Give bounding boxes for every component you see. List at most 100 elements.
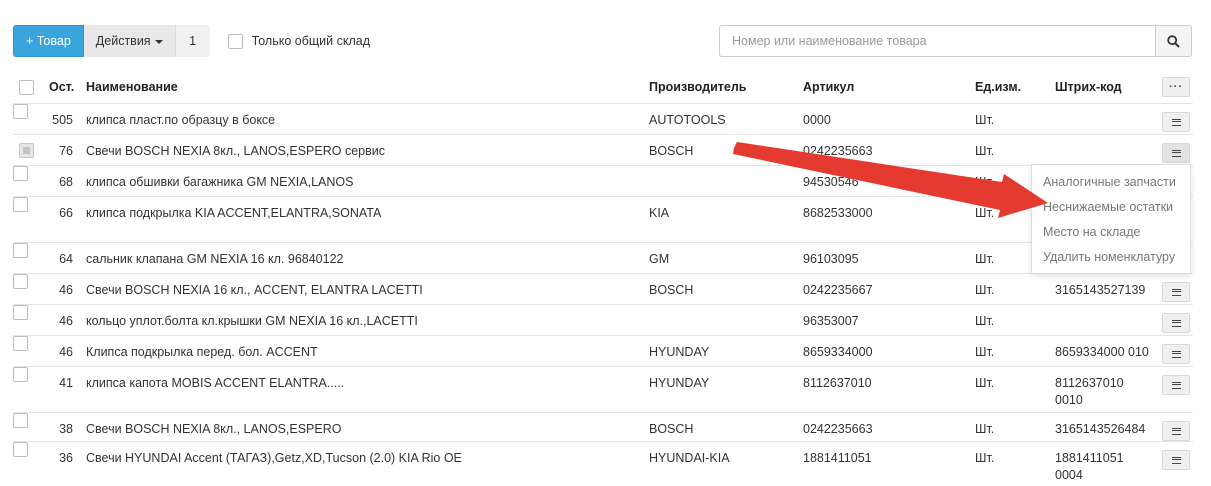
row-barcode: 8659334000 010 (1055, 345, 1149, 359)
only-common-warehouse-checkbox[interactable] (227, 33, 243, 49)
row-menu-button[interactable] (1162, 450, 1190, 470)
table-row[interactable]: 46 кольцо уплот.болта кл.крышки GM NEXIA… (13, 304, 1193, 335)
row-checkbox[interactable] (13, 274, 28, 289)
row-unit: Шт. (975, 451, 995, 465)
header-name[interactable]: Наименование (86, 80, 178, 94)
row-manufacturer: GM (649, 252, 670, 266)
header-manufacturer[interactable]: Производитель (649, 80, 746, 94)
header-unit[interactable]: Ед.изм. (975, 80, 1021, 94)
table-row[interactable]: 66 клипса подкрылка KIA ACCENT,ELANTRA,S… (13, 196, 1193, 242)
table-row[interactable]: 64 сальник клапана GM NEXIA 16 кл. 96840… (13, 242, 1193, 273)
row-manufacturer: BOSCH (649, 144, 694, 158)
menu-item-similar-parts[interactable]: Аналогичные запчасти (1032, 169, 1190, 194)
menu-icon (1171, 381, 1181, 389)
row-ost: 76 (59, 144, 73, 158)
header-barcode[interactable]: Штрих-код (1055, 80, 1122, 94)
row-article: 8682533000 (803, 206, 873, 220)
columns-more-button[interactable]: ··· (1162, 77, 1190, 97)
row-checkbox[interactable] (13, 413, 28, 428)
row-article: 0242235663 (803, 144, 873, 158)
row-manufacturer: HYUNDAI-KIA (649, 451, 730, 465)
menu-icon (1171, 288, 1181, 296)
row-ost: 64 (59, 252, 73, 266)
row-unit: Шт. (975, 252, 995, 266)
row-article: 96103095 (803, 252, 859, 266)
toolbar: + Товар Действия 1 Только общий склад (13, 25, 370, 57)
only-common-warehouse-label: Только общий склад (251, 34, 370, 48)
row-manufacturer: KIA (649, 206, 670, 220)
row-menu-button[interactable] (1162, 282, 1190, 302)
row-ost: 505 (52, 113, 73, 127)
row-unit: Шт. (975, 175, 995, 189)
row-menu-button[interactable] (1162, 112, 1190, 132)
menu-item-warehouse-location[interactable]: Место на складе (1032, 219, 1190, 244)
caret-down-icon (154, 40, 163, 44)
header-ost[interactable]: Ост. (49, 80, 74, 94)
row-menu-button[interactable] (1162, 344, 1190, 364)
menu-icon (1171, 456, 1181, 464)
row-ost: 46 (59, 314, 73, 328)
row-name: Свечи BOSCH NEXIA 16 кл., ACCENT, ELANTR… (86, 283, 423, 297)
row-barcode: 3165143526484 (1055, 422, 1146, 436)
row-checkbox[interactable] (13, 367, 28, 382)
row-article: 8659334000 (803, 345, 873, 359)
only-common-warehouse-toggle[interactable]: Только общий склад (227, 33, 370, 49)
row-menu-button[interactable] (1162, 375, 1190, 395)
search-icon (1167, 34, 1180, 48)
row-unit: Шт. (975, 422, 995, 436)
row-article: 1881411051 (803, 451, 872, 465)
row-unit: Шт. (975, 144, 995, 158)
table-row[interactable]: 46 Свечи BOSCH NEXIA 16 кл., ACCENT, ELA… (13, 273, 1193, 304)
add-product-button[interactable]: + Товар (13, 25, 84, 57)
selected-count: 1 (174, 25, 210, 57)
search-bar (719, 25, 1192, 57)
menu-icon (1171, 350, 1181, 358)
row-checkbox[interactable] (13, 197, 28, 212)
row-checkbox[interactable] (13, 336, 28, 351)
row-checkbox[interactable] (19, 143, 34, 158)
table-row[interactable]: 36 Свечи HYUNDAI Accent (ТАГАЗ),Getz,XD,… (13, 441, 1193, 486)
row-name: кольцо уплот.болта кл.крышки GM NEXIA 16… (86, 314, 418, 328)
row-ost: 66 (59, 206, 73, 220)
row-checkbox[interactable] (13, 166, 28, 181)
row-barcode: 3165143527139 (1055, 283, 1146, 297)
menu-icon (1171, 427, 1181, 435)
menu-icon (1171, 319, 1181, 327)
row-manufacturer: BOSCH (649, 422, 694, 436)
row-checkbox[interactable] (13, 104, 28, 119)
row-ost: 38 (59, 422, 73, 436)
row-menu-button[interactable] (1162, 313, 1190, 333)
row-name: Клипса подкрылка перед. бол. ACCENT (86, 345, 318, 359)
actions-dropdown-button[interactable]: Действия (83, 25, 175, 57)
row-menu-button[interactable] (1162, 143, 1190, 163)
row-manufacturer: BOSCH (649, 283, 694, 297)
row-name: Свечи HYUNDAI Accent (ТАГАЗ),Getz,XD,Tuc… (86, 451, 462, 465)
row-checkbox[interactable] (13, 305, 28, 320)
select-all-checkbox[interactable] (19, 80, 34, 95)
row-manufacturer: HYUNDAY (649, 376, 710, 390)
table-row[interactable]: 46 Клипса подкрылка перед. бол. ACCENT H… (13, 335, 1193, 366)
header-article[interactable]: Артикул (803, 80, 854, 94)
table-row[interactable]: 68 клипса обшивки багажника GM NEXIA,LAN… (13, 165, 1193, 196)
table-row[interactable]: 41 клипса капота MOBIS ACCENT ELANTRA...… (13, 366, 1193, 412)
search-input[interactable] (719, 25, 1155, 57)
row-unit: Шт. (975, 345, 995, 359)
row-checkbox[interactable] (13, 442, 28, 457)
row-unit: Шт. (975, 376, 995, 390)
row-checkbox[interactable] (13, 243, 28, 258)
row-article: 8112637010 (803, 376, 872, 390)
menu-item-min-stock[interactable]: Неснижаемые остатки (1032, 194, 1190, 219)
row-article: 96353007 (803, 314, 859, 328)
table-header: Ост. Наименование Производитель Артикул … (13, 77, 1193, 99)
row-menu-button[interactable] (1162, 421, 1190, 441)
search-button[interactable] (1155, 25, 1192, 57)
row-name: Свечи BOSCH NEXIA 8кл., LANOS,ESPERO (86, 422, 342, 436)
row-article: 0242235663 (803, 422, 873, 436)
table-row[interactable]: 38 Свечи BOSCH NEXIA 8кл., LANOS,ESPERO … (13, 412, 1193, 441)
row-unit: Шт. (975, 314, 995, 328)
row-article: 0242235667 (803, 283, 873, 297)
table-row[interactable]: 505 клипса пласт.по образцу в боксе AUTO… (13, 103, 1193, 134)
menu-item-delete-item[interactable]: Удалить номенклатуру (1032, 244, 1190, 269)
row-ost: 46 (59, 283, 73, 297)
table-row[interactable]: 76 Свечи BOSCH NEXIA 8кл., LANOS,ESPERO … (13, 134, 1193, 165)
